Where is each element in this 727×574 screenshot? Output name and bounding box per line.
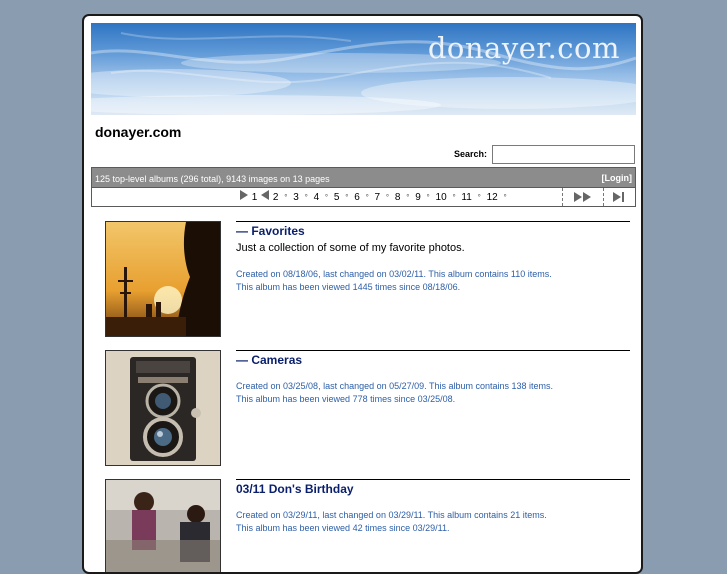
album-view-info: This album has been viewed 778 times sin… xyxy=(236,394,456,404)
page-list: 1 2 ° 3 ° 4 ° 5 ° 6 ° 7 ° 8 ° 9 ° 10 ° 1… xyxy=(240,190,509,203)
last-page-bar-icon xyxy=(622,192,624,202)
album-thumbnail[interactable] xyxy=(105,221,221,337)
pagination: 1 2 ° 3 ° 4 ° 5 ° 6 ° 7 ° 8 ° 9 ° 10 ° 1… xyxy=(91,188,636,207)
page-separator-icon: ° xyxy=(365,193,369,202)
album-description: Just a collection of some of my favorite… xyxy=(236,242,465,254)
album-summary-bar: 125 top-level albums (296 total), 9143 i… xyxy=(91,167,636,188)
page-separator-icon: ° xyxy=(477,193,481,202)
page-link-11[interactable]: 11 xyxy=(461,192,471,203)
page-link-2[interactable]: 2 xyxy=(273,192,279,203)
twin-lens-camera-photo xyxy=(106,351,220,465)
album-divider xyxy=(236,350,630,351)
album-title[interactable]: 03/11 Don's Birthday xyxy=(236,482,354,496)
next-page-button[interactable] xyxy=(562,188,604,206)
album-created-info: Created on 03/25/08, last changed on 05/… xyxy=(236,381,554,391)
album-summary-text: 125 top-level albums (296 total), 9143 i… xyxy=(95,174,330,184)
header-banner[interactable]: donayer.com xyxy=(91,23,636,115)
next-arrow-icon xyxy=(574,192,582,202)
page-link-1[interactable]: 1 xyxy=(252,192,258,203)
page-link-7[interactable]: 7 xyxy=(375,192,381,203)
page-link-10[interactable]: 10 xyxy=(436,192,447,203)
page-separator-icon: ° xyxy=(503,193,507,202)
current-page-arrow-icon xyxy=(240,190,248,200)
album-title[interactable]: — Cameras xyxy=(236,353,302,367)
page-frame: donayer.com donayer.com Search: 125 top-… xyxy=(82,14,643,574)
page-separator-icon: ° xyxy=(385,193,390,202)
sunset-industrial-photo xyxy=(106,222,220,336)
page-separator-icon: ° xyxy=(426,193,430,202)
album-created-info: Created on 03/29/11, last changed on 03/… xyxy=(236,510,547,520)
page-link-3[interactable]: 3 xyxy=(293,192,299,203)
search-label: Search: xyxy=(454,149,488,159)
album-thumbnail[interactable] xyxy=(105,479,221,572)
banner-title: donayer.com xyxy=(427,31,620,65)
page-arrow-icon xyxy=(261,190,270,200)
page-title: donayer.com xyxy=(95,124,182,140)
album-view-info: This album has been viewed 1445 times si… xyxy=(236,282,461,292)
album-thumbnail[interactable] xyxy=(105,350,221,466)
album-created-info: Created on 08/18/06, last changed on 03/… xyxy=(236,269,552,279)
birthday-party-photo xyxy=(106,480,220,572)
page-separator-icon: ° xyxy=(284,193,288,202)
album-divider xyxy=(236,479,630,480)
album-title[interactable]: — Favorites xyxy=(236,224,305,238)
page-separator-icon: ° xyxy=(452,193,456,202)
login-link[interactable]: [Login] xyxy=(602,173,633,183)
next-arrow-icon xyxy=(583,192,591,202)
last-page-arrow-icon xyxy=(613,192,621,202)
page-separator-icon: ° xyxy=(345,193,349,202)
page-link-8[interactable]: 8 xyxy=(395,192,401,203)
page-separator-icon: ° xyxy=(304,193,308,202)
album-view-info: This album has been viewed 42 times sinc… xyxy=(236,523,450,533)
page-link-5[interactable]: 5 xyxy=(334,192,340,203)
page-link-9[interactable]: 9 xyxy=(415,192,421,203)
page-separator-icon: ° xyxy=(324,193,329,202)
page-link-6[interactable]: 6 xyxy=(354,192,360,203)
page-link-4[interactable]: 4 xyxy=(314,192,320,203)
last-page-button[interactable] xyxy=(607,188,635,206)
album-divider xyxy=(236,221,630,222)
search-input[interactable] xyxy=(492,145,635,164)
page-link-12[interactable]: 12 xyxy=(487,192,498,203)
page-separator-icon: ° xyxy=(406,193,410,202)
